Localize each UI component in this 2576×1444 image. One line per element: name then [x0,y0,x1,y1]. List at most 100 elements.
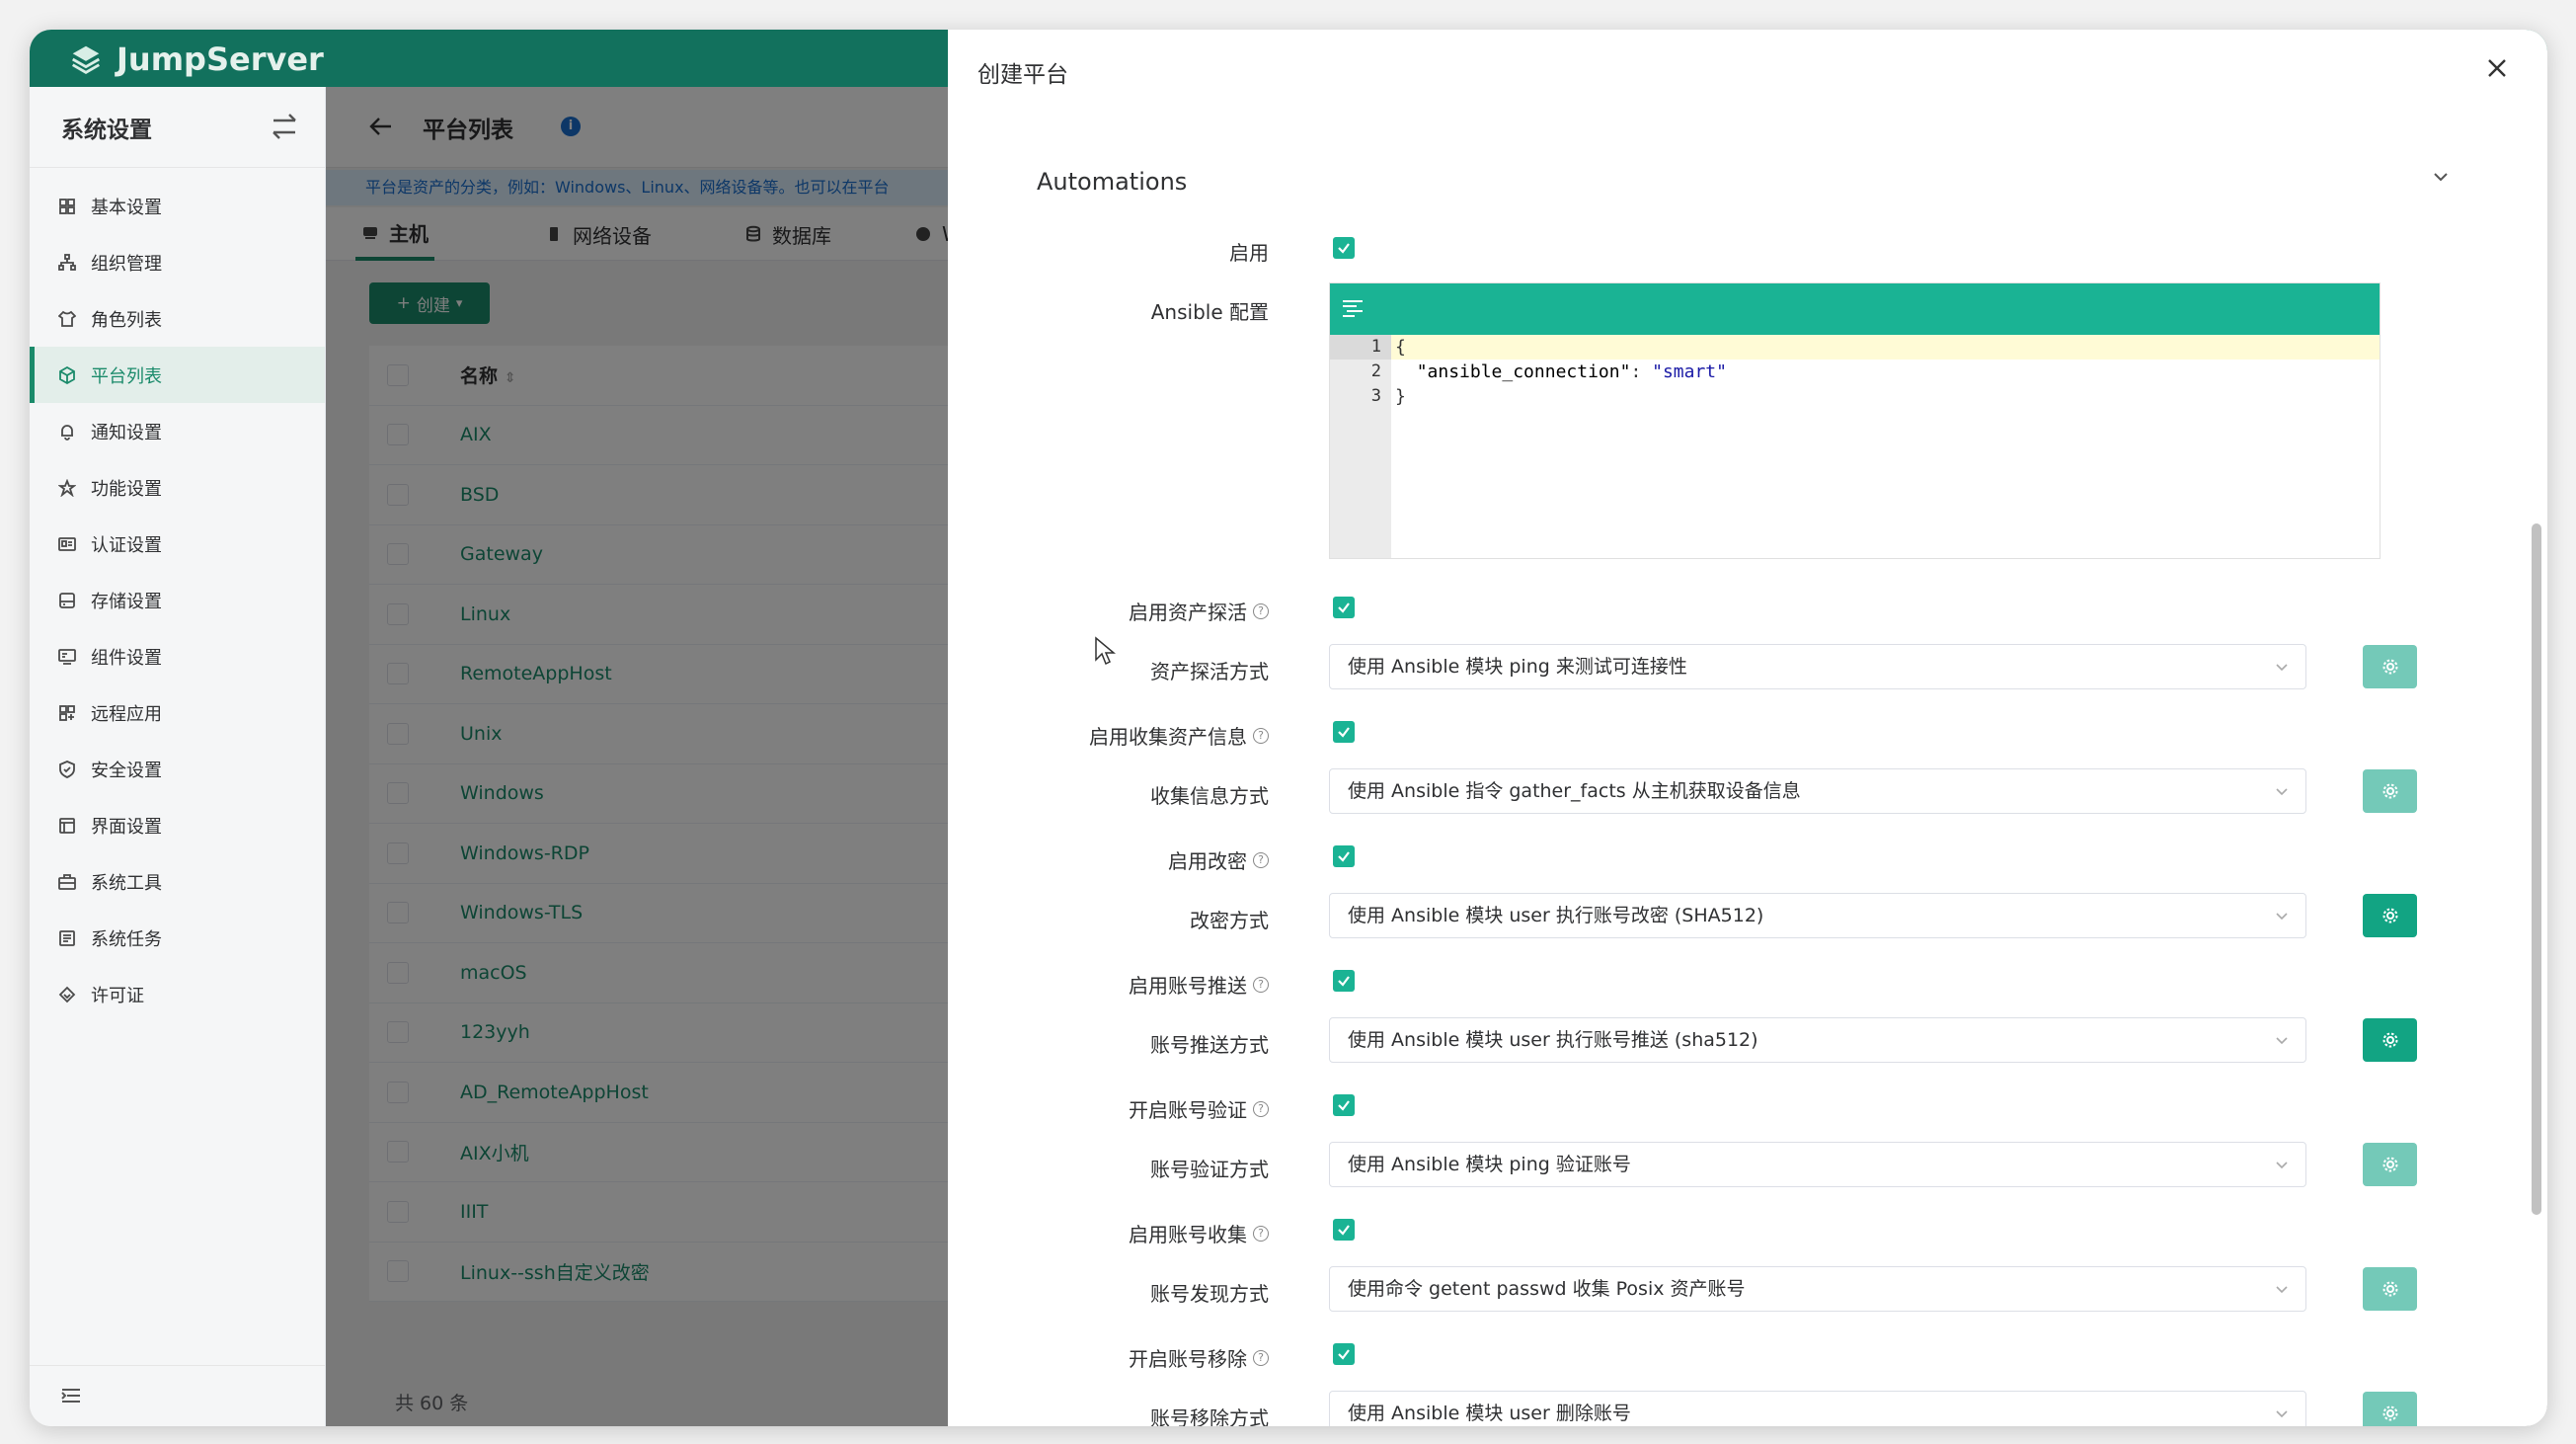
chevron-down-icon [2276,1162,2288,1169]
check-icon [1338,243,1350,254]
method-label: 改密方式 [1190,909,1269,932]
drawer-scrollbar[interactable] [2532,523,2541,1215]
sidebar-item[interactable]: 组织管理 [30,234,325,290]
enable-label: 启用 [1229,241,1269,265]
logo[interactable]: JumpServer [67,40,324,79]
method-select[interactable]: 使用命令 getent passwd 收集 Posix 资产账号 [1329,1266,2306,1312]
toggle-checkbox[interactable] [1333,597,1355,618]
sidebar-item[interactable]: 认证设置 [30,516,325,572]
ansible-config-label: Ansible 配置 [1150,300,1269,324]
toggle-label: 启用账号推送? [1129,970,1269,999]
toggle-checkbox[interactable] [1333,1343,1355,1365]
sidebar-item-label: 平台列表 [91,365,162,387]
method-select[interactable]: 使用 Ansible 模块 ping 验证账号 [1329,1142,2306,1187]
method-label: 账号验证方式 [1150,1158,1269,1181]
help-icon[interactable]: ? [1253,1225,1269,1242]
toggle-label: 启用改密? [1168,845,1269,874]
toggle-checkbox[interactable] [1333,1219,1355,1241]
sidebar-item[interactable]: 功能设置 [30,459,325,516]
method-settings-button[interactable] [2363,1143,2417,1186]
method-settings-button[interactable] [2363,645,2417,688]
method-select[interactable]: 使用 Ansible 模块 ping 来测试可连接性 [1329,644,2306,689]
help-icon[interactable]: ? [1253,727,1269,744]
sidebar-title: 系统设置 [61,118,152,143]
toggle-checkbox[interactable] [1333,721,1355,743]
sidebar-item[interactable]: 安全设置 [30,741,325,797]
gear-icon [2382,1032,2397,1048]
sidebar: 系统设置 基本设置 组织管理 角色列表平台列表通知设置 功能设置认证设置存储设置组件设… [30,87,326,1426]
shield-icon [57,760,77,779]
line-number: 3 [1370,386,1381,406]
toolbox-icon [57,872,77,892]
toggle-label: 开启账号移除? [1129,1343,1269,1372]
mouse-cursor-icon [1095,636,1116,666]
toggle-checkbox[interactable] [1333,1094,1355,1116]
apps-icon [57,703,77,723]
drawer-body: Automations 启用 Ansible 配置 1 2 3 {"ansib… [977,115,2503,1426]
create-platform-drawer: 创建平台 Automations 启用 Ansible 配置 1 2 3 {"… [948,30,2547,1426]
star-icon [57,478,77,498]
help-icon[interactable]: ? [1253,851,1269,868]
code-line: "ansible_connection": "smart" [1416,361,1727,382]
method-select[interactable]: 使用 Ansible 模块 user 删除账号 [1329,1391,2306,1426]
toggle-checkbox[interactable] [1333,845,1355,867]
sidebar-item[interactable]: 系统任务 [30,910,325,966]
method-settings-button[interactable] [2363,894,2417,937]
close-icon[interactable] [2482,53,2512,83]
sidebar-item-label: 认证设置 [91,534,162,556]
chevron-down-icon [2276,664,2288,672]
method-settings-button[interactable] [2363,1018,2417,1062]
sidebar-item[interactable]: 许可证 [30,966,325,1022]
method-label: 账号移除方式 [1150,1406,1269,1426]
sidebar-item[interactable]: 基本设置 [30,178,325,234]
id-card-icon [57,534,77,554]
editor-toolbar [1330,283,2380,335]
sidebar-item-label: 许可证 [91,985,144,1006]
chevron-down-icon[interactable] [2428,164,2454,190]
component-icon [57,647,77,667]
sidebar-item[interactable]: 角色列表 [30,290,325,347]
interface-icon [57,816,77,836]
help-icon[interactable]: ? [1253,1349,1269,1366]
sidebar-item-label: 组件设置 [91,647,162,669]
menu-collapse-icon[interactable] [59,1384,83,1407]
bell-icon [57,422,77,441]
help-icon[interactable]: ? [1253,602,1269,619]
sidebar-item[interactable]: 通知设置 [30,403,325,459]
ansible-config-editor[interactable]: 1 2 3 { "ansible_connection": "smart" } [1329,282,2381,559]
help-icon[interactable]: ? [1253,1100,1269,1117]
sidebar-item[interactable]: 平台列表 [30,347,325,403]
sidebar-item[interactable]: 存储设置 [30,572,325,628]
license-icon [57,985,77,1004]
method-settings-button[interactable] [2363,1267,2417,1311]
sidebar-footer [30,1365,325,1426]
chevron-down-icon [2276,788,2288,796]
check-icon [1338,602,1350,613]
method-label: 账号发现方式 [1150,1282,1269,1306]
gear-icon [2382,1157,2397,1172]
swap-icon[interactable] [269,111,300,142]
method-select[interactable]: 使用 Ansible 模块 user 执行账号推送 (sha512) [1329,1017,2306,1063]
help-icon[interactable]: ? [1253,976,1269,993]
sidebar-item[interactable]: 系统工具 [30,853,325,910]
method-settings-button[interactable] [2363,1392,2417,1426]
sidebar-item-label: 系统任务 [91,928,162,950]
method-select[interactable]: 使用 Ansible 指令 gather_facts 从主机获取设备信息 [1329,768,2306,814]
enable-checkbox[interactable] [1333,237,1355,259]
editor-code[interactable]: { "ansible_connection": "smart" } [1391,335,2380,558]
method-settings-button[interactable] [2363,769,2417,813]
sidebar-item[interactable]: 远程应用 [30,684,325,741]
section-title: Automations [1037,168,1188,196]
automations-form: Automations 启用 Ansible 配置 1 2 3 {"ansib… [977,115,2503,1426]
method-select[interactable]: 使用 Ansible 模块 user 执行账号改密 (SHA512) [1329,893,2306,938]
toggle-label: 启用收集资产信息? [1089,721,1269,750]
method-label: 账号推送方式 [1150,1033,1269,1057]
jumpserver-logo-icon [71,45,101,74]
sidebar-item[interactable]: 组件设置 [30,628,325,684]
format-icon[interactable] [1340,297,1366,321]
method-label: 收集信息方式 [1150,784,1269,808]
toggle-checkbox[interactable] [1333,970,1355,992]
gear-icon [2382,783,2397,799]
sidebar-item[interactable]: 界面设置 [30,797,325,853]
chevron-down-icon [2276,1037,2288,1045]
